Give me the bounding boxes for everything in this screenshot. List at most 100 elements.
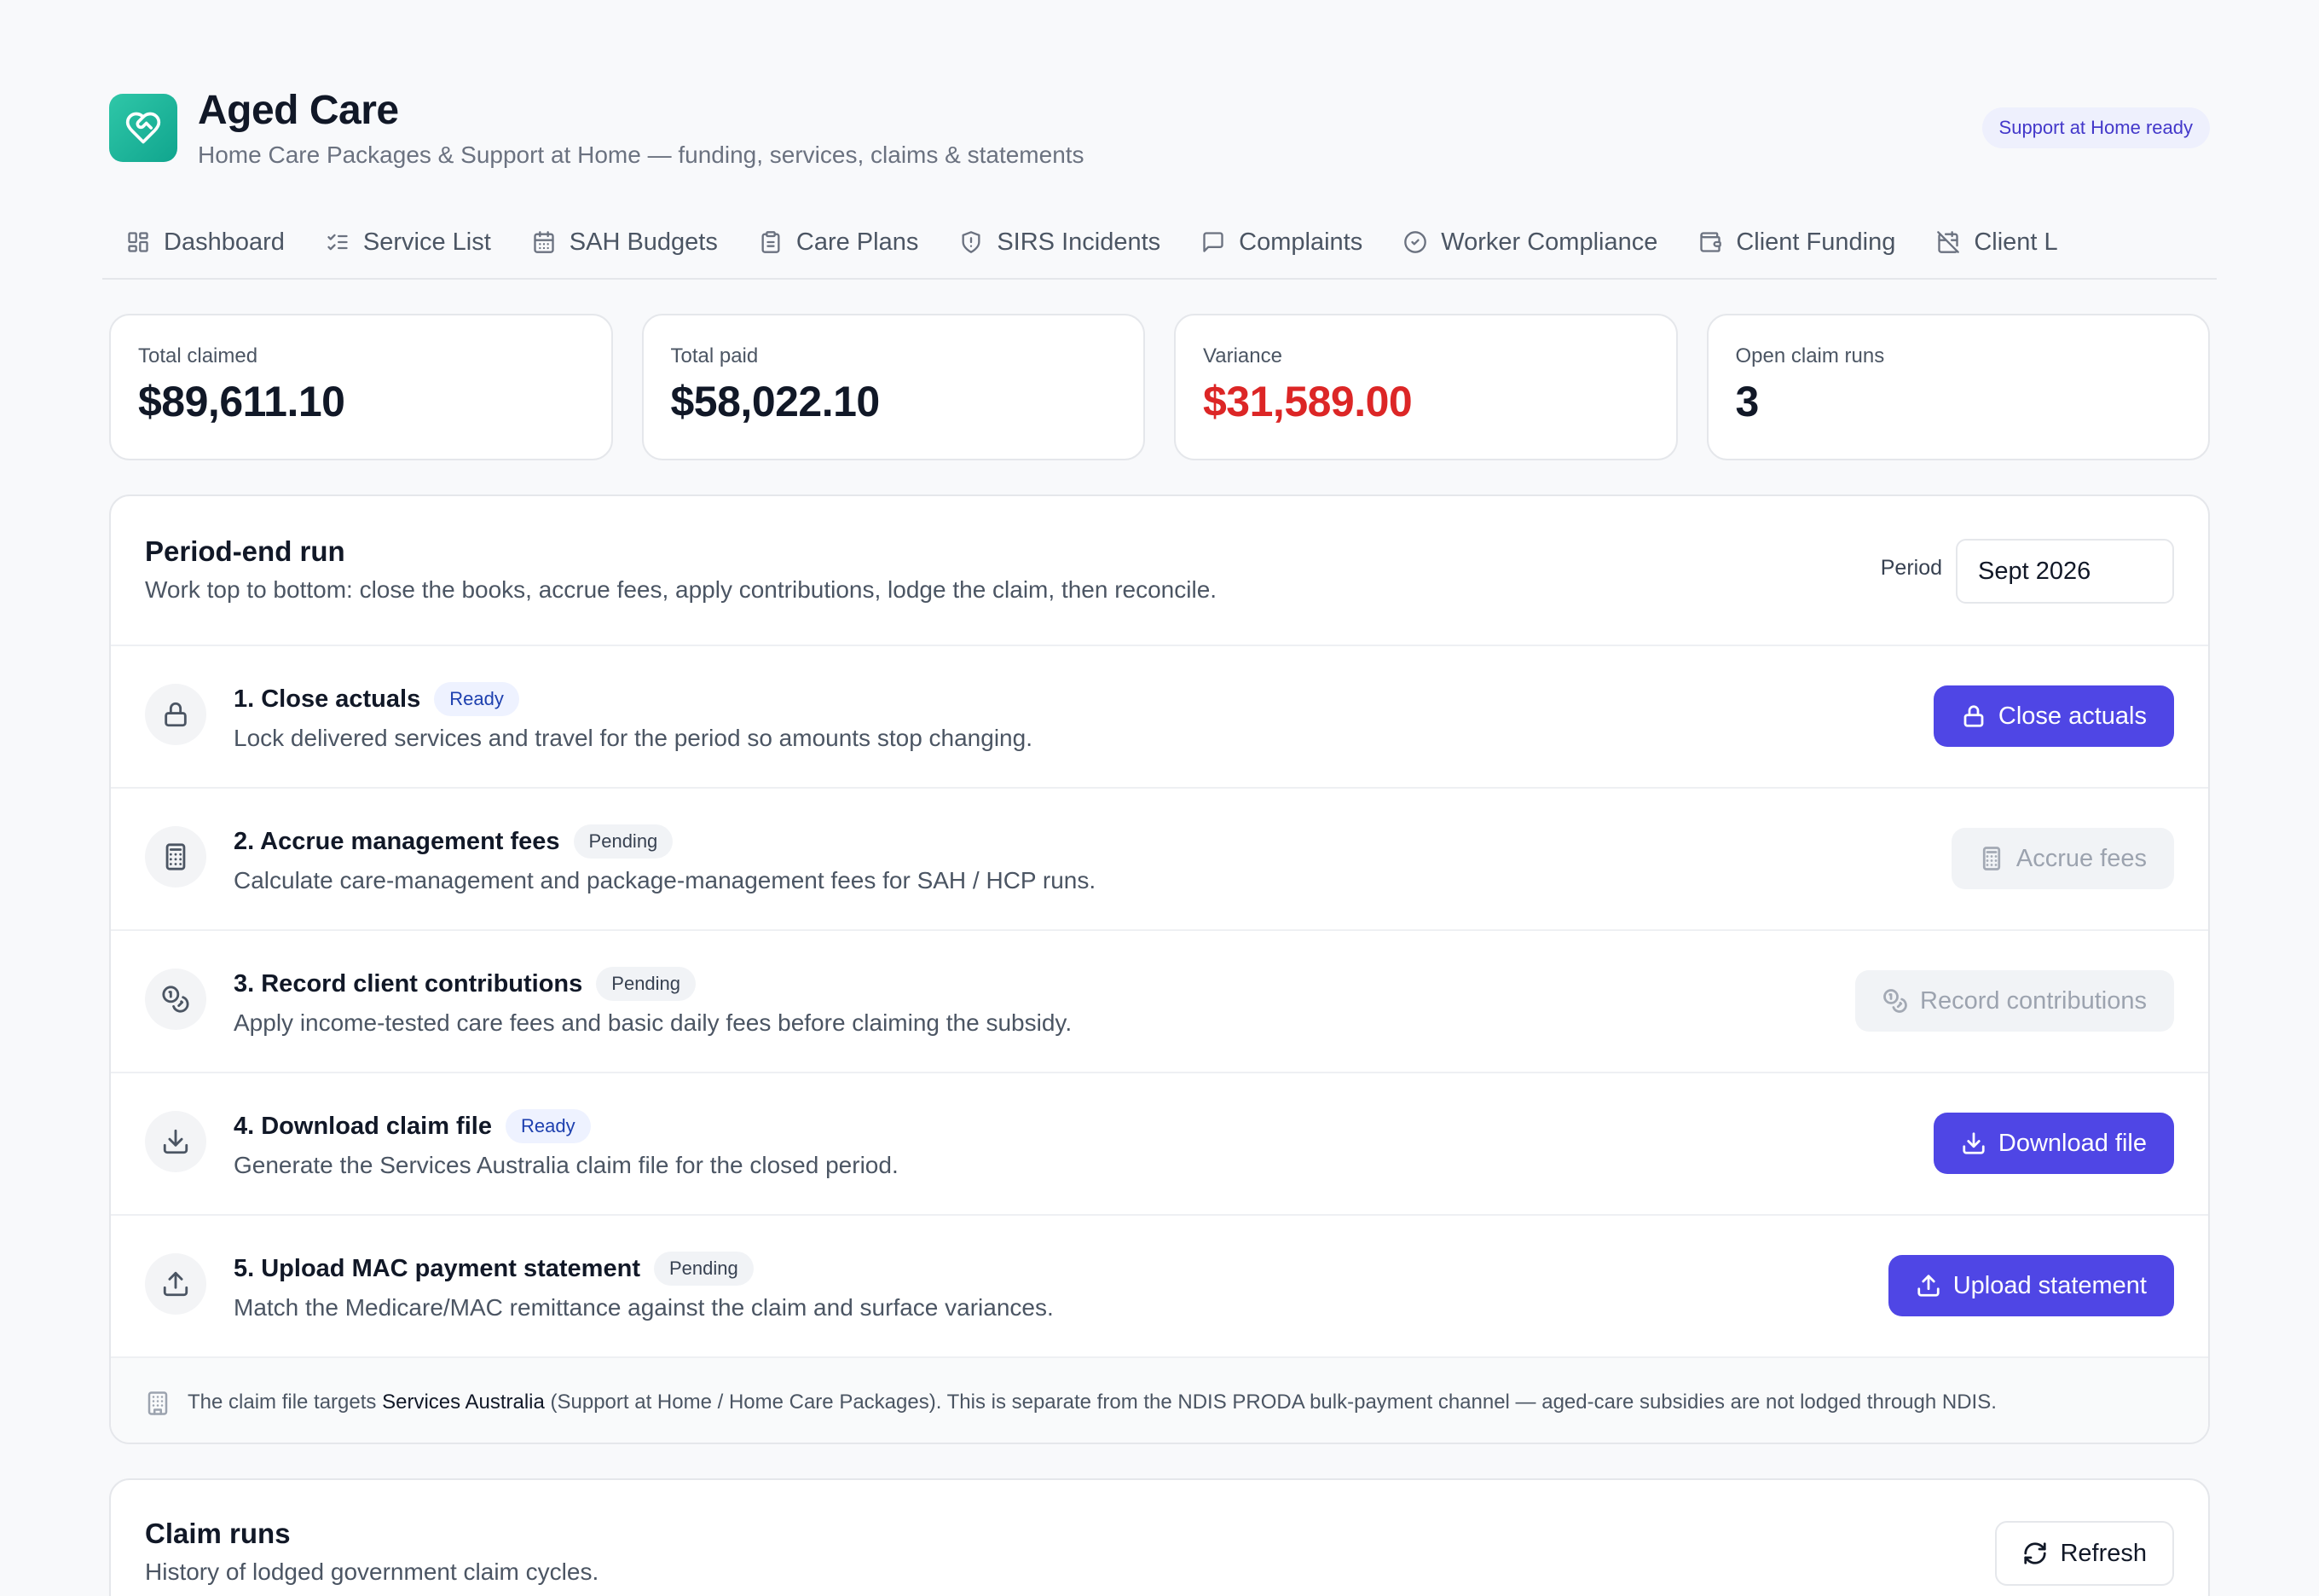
calculator-icon (145, 826, 206, 888)
building-icon (147, 1391, 168, 1415)
button-label: Upload statement (1952, 1271, 2147, 1299)
close-actuals-button[interactable]: Close actuals (1933, 685, 2174, 747)
claim-runs-card: Claim runs History of lodged government … (109, 1478, 2210, 1596)
period-end-run-card: Period-end run Work top to bottom: close… (109, 494, 2210, 1444)
stat-label: Total paid (670, 344, 759, 367)
shield-alert-icon (962, 231, 980, 253)
step-download-claim-file: 4. Download claim file Ready Generate th… (111, 1073, 2208, 1216)
support-at-home-badge: Support at Home ready (1981, 107, 2210, 148)
wallet-icon (1700, 232, 1722, 252)
step-description: Apply income-tested care fees and basic … (234, 1009, 1073, 1036)
stats-row: Total claimed $89,611.10 Total paid $58,… (109, 314, 2210, 460)
stat-value: $58,022.10 (670, 378, 881, 425)
step-description: Calculate care-management and package-ma… (234, 867, 1096, 893)
stat-variance: Variance $31,589.00 (1174, 314, 1678, 460)
status-badge: Ready (505, 1109, 591, 1143)
stat-label: Total claimed (138, 344, 258, 367)
claims-title: Claim runs (145, 1518, 291, 1549)
calendar-off-icon (1937, 231, 1960, 253)
tab-label: SIRS Incidents (997, 228, 1161, 256)
status-badge: Pending (573, 824, 674, 859)
download-file-button[interactable]: Download file (1933, 1113, 2174, 1174)
app-title: Aged Care (198, 88, 399, 133)
refresh-button[interactable]: Refresh (1995, 1521, 2174, 1586)
upload-icon (1917, 1275, 1940, 1297)
tab-label: Care Plans (795, 228, 919, 256)
step-description: Match the Medicare/MAC remittance agains… (234, 1294, 1054, 1321)
accrue-fees-button[interactable]: Accrue fees (1951, 828, 2174, 889)
claims-description: History of lodged government claim cycle… (145, 1558, 599, 1585)
tab-client-leave[interactable]: Client L (1916, 215, 2078, 269)
coins-icon (145, 969, 206, 1030)
step-upload-statement: 5. Upload MAC payment statement Pending … (111, 1216, 2208, 1358)
button-label: Close actuals (1998, 702, 2147, 730)
step-title: 2. Accrue management fees (234, 827, 560, 855)
step-title: 3. Record client contributions (234, 969, 583, 998)
tab-worker-compliance[interactable]: Worker Compliance (1383, 215, 1678, 269)
dashboard-icon (128, 232, 148, 252)
coins-icon (1883, 989, 1907, 1013)
step-record-contributions: 3. Record client contributions Pending A… (111, 931, 2208, 1073)
status-badge: Pending (596, 967, 697, 1001)
app-subtitle: Home Care Packages & Support at Home — f… (198, 142, 1084, 168)
run-footer-note: The claim file targets Services Australi… (111, 1358, 2208, 1443)
stat-value: 3 (1735, 378, 1760, 425)
heart-handshake-icon (109, 94, 177, 162)
run-description: Work top to bottom: close the books, acc… (145, 576, 1217, 603)
footer-emphasis: Services Australia (382, 1391, 545, 1414)
run-header: Period-end run Work top to bottom: close… (111, 496, 2208, 646)
button-label: Refresh (2060, 1539, 2147, 1567)
stat-value: $89,611.10 (138, 378, 345, 425)
run-title: Period-end run (145, 535, 345, 567)
step-title: 5. Upload MAC payment statement (234, 1254, 640, 1282)
tab-label: Client Funding (1736, 228, 1896, 256)
upload-statement-button[interactable]: Upload statement (1888, 1255, 2174, 1316)
stat-total-claimed: Total claimed $89,611.10 (109, 314, 613, 460)
upload-icon (145, 1253, 206, 1315)
step-description: Lock delivered services and travel for t… (234, 725, 1032, 751)
tab-label: Worker Compliance (1441, 228, 1658, 256)
tab-label: Client L (1974, 228, 2058, 256)
stat-open-claim-runs: Open claim runs 3 (1706, 314, 2210, 460)
footer-text: The claim file targets Services Australi… (188, 1391, 1997, 1414)
lock-icon (1963, 705, 1984, 727)
download-icon (145, 1111, 206, 1172)
tab-label: Complaints (1239, 228, 1363, 256)
tab-label: Dashboard (164, 228, 285, 256)
tab-service-list[interactable]: Service List (305, 215, 512, 269)
refresh-icon (2024, 1542, 2047, 1564)
status-badge: Ready (434, 682, 519, 716)
app-header: Aged Care Home Care Packages & Support a… (109, 87, 2210, 181)
nav-tabs: Dashboard Service List SAH Budgets Care … (102, 215, 2217, 280)
stat-total-paid: Total paid $58,022.10 (641, 314, 1145, 460)
step-accrue-fees: 2. Accrue management fees Pending Calcul… (111, 789, 2208, 931)
tab-dashboard[interactable]: Dashboard (102, 215, 305, 269)
tab-care-plans[interactable]: Care Plans (738, 215, 939, 269)
calculator-icon (1982, 847, 2000, 870)
list-checks-icon (327, 234, 348, 251)
tab-client-funding[interactable]: Client Funding (1678, 215, 1916, 269)
download-icon (1963, 1132, 1985, 1154)
message-square-icon (1203, 232, 1223, 252)
stat-label: Variance (1203, 344, 1282, 367)
step-title: 1. Close actuals (234, 685, 421, 713)
lock-icon (145, 684, 206, 745)
tab-label: Service List (362, 228, 491, 256)
calendar-icon (534, 231, 554, 253)
button-label: Record contributions (1920, 986, 2147, 1015)
stat-value: $31,589.00 (1203, 378, 1413, 425)
stat-label: Open claim runs (1735, 344, 1885, 367)
period-select[interactable]: Sept 2026 (1956, 539, 2174, 604)
status-badge: Pending (653, 1252, 754, 1286)
step-description: Generate the Services Australia claim fi… (234, 1152, 899, 1178)
record-contributions-button[interactable]: Record contributions (1855, 970, 2174, 1032)
button-label: Accrue fees (2015, 844, 2147, 872)
tab-sirs-incidents[interactable]: SIRS Incidents (939, 215, 1181, 269)
check-circle-icon (1404, 231, 1427, 253)
clipboard-icon (761, 231, 780, 253)
period-label: Period (1880, 556, 1942, 580)
step-close-actuals: 1. Close actuals Ready Lock delivered se… (111, 646, 2208, 789)
step-title: 4. Download claim file (234, 1112, 492, 1140)
tab-complaints[interactable]: Complaints (1181, 215, 1383, 269)
tab-sah-budgets[interactable]: SAH Budgets (512, 215, 738, 269)
